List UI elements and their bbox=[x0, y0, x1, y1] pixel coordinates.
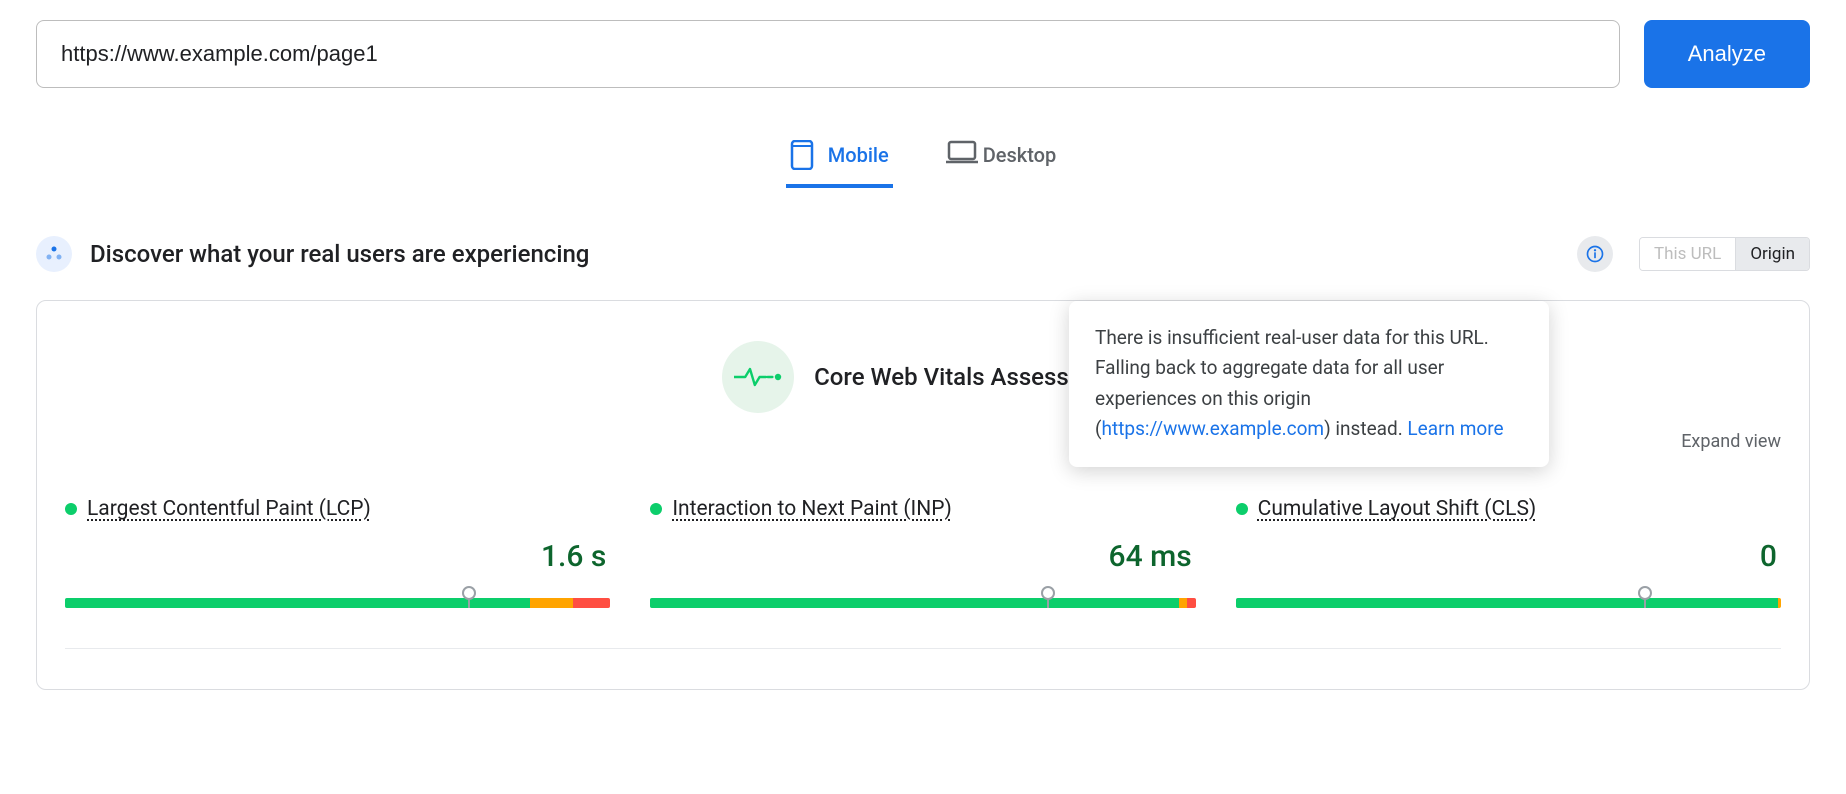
scope-toggle: This URL Origin bbox=[1639, 237, 1810, 271]
metric-lcp-bar bbox=[65, 588, 610, 608]
scope-this-url[interactable]: This URL bbox=[1640, 238, 1735, 270]
tab-mobile-label: Mobile bbox=[828, 143, 889, 167]
metric-lcp-value: 1.6 s bbox=[65, 539, 610, 574]
cls-indicator bbox=[1638, 586, 1652, 600]
url-input[interactable] bbox=[36, 20, 1620, 88]
metric-cls: Cumulative Layout Shift (CLS) 0 bbox=[1236, 497, 1781, 608]
inp-seg-ok bbox=[1179, 598, 1187, 608]
tab-mobile[interactable]: Mobile bbox=[786, 128, 893, 188]
cls-seg-ok bbox=[1778, 598, 1781, 608]
metric-inp: Interaction to Next Paint (INP) 64 ms bbox=[650, 497, 1195, 608]
metric-inp-bar bbox=[650, 588, 1195, 608]
lcp-seg-good bbox=[65, 598, 530, 608]
tab-desktop[interactable]: Desktop bbox=[941, 128, 1061, 188]
desktop-icon bbox=[945, 140, 971, 170]
lcp-indicator bbox=[462, 586, 476, 600]
metric-inp-value: 64 ms bbox=[650, 539, 1195, 574]
header-row: Analyze bbox=[36, 20, 1810, 88]
metric-cls-name[interactable]: Cumulative Layout Shift (CLS) bbox=[1258, 497, 1537, 521]
vitals-card: There is insufficient real-user data for… bbox=[36, 300, 1810, 690]
inp-seg-bad bbox=[1187, 598, 1195, 608]
metric-cls-value: 0 bbox=[1236, 539, 1781, 574]
tab-desktop-label: Desktop bbox=[983, 143, 1057, 167]
inp-seg-good bbox=[650, 598, 1179, 608]
info-tooltip: There is insufficient real-user data for… bbox=[1069, 301, 1549, 467]
lcp-seg-ok bbox=[530, 598, 573, 608]
status-dot-good bbox=[65, 503, 77, 515]
tooltip-learn-more-link[interactable]: Learn more bbox=[1407, 417, 1503, 440]
section-title: Discover what your real users are experi… bbox=[90, 240, 1559, 268]
metric-inp-name[interactable]: Interaction to Next Paint (INP) bbox=[672, 497, 951, 521]
metric-cls-bar bbox=[1236, 588, 1781, 608]
expand-view-link[interactable]: Expand view bbox=[1681, 431, 1781, 452]
metric-lcp: Largest Contentful Paint (LCP) 1.6 s bbox=[65, 497, 610, 608]
inp-indicator bbox=[1041, 586, 1055, 600]
info-icon[interactable] bbox=[1577, 236, 1613, 272]
pulse-icon bbox=[722, 341, 794, 413]
scope-origin[interactable]: Origin bbox=[1735, 238, 1809, 270]
analyze-button[interactable]: Analyze bbox=[1644, 20, 1810, 88]
mobile-icon bbox=[790, 140, 816, 170]
lcp-seg-bad bbox=[573, 598, 610, 608]
crux-icon bbox=[36, 236, 72, 272]
status-dot-good bbox=[650, 503, 662, 515]
tooltip-origin-link[interactable]: https://www.example.com bbox=[1102, 417, 1325, 440]
metric-lcp-name[interactable]: Largest Contentful Paint (LCP) bbox=[87, 497, 371, 521]
divider bbox=[65, 648, 1781, 649]
status-dot-good bbox=[1236, 503, 1248, 515]
tooltip-text-2: ) instead. bbox=[1324, 417, 1407, 440]
cls-seg-good bbox=[1236, 598, 1779, 608]
device-tabs: Mobile Desktop bbox=[36, 128, 1810, 188]
section-header: Discover what your real users are experi… bbox=[36, 236, 1810, 272]
